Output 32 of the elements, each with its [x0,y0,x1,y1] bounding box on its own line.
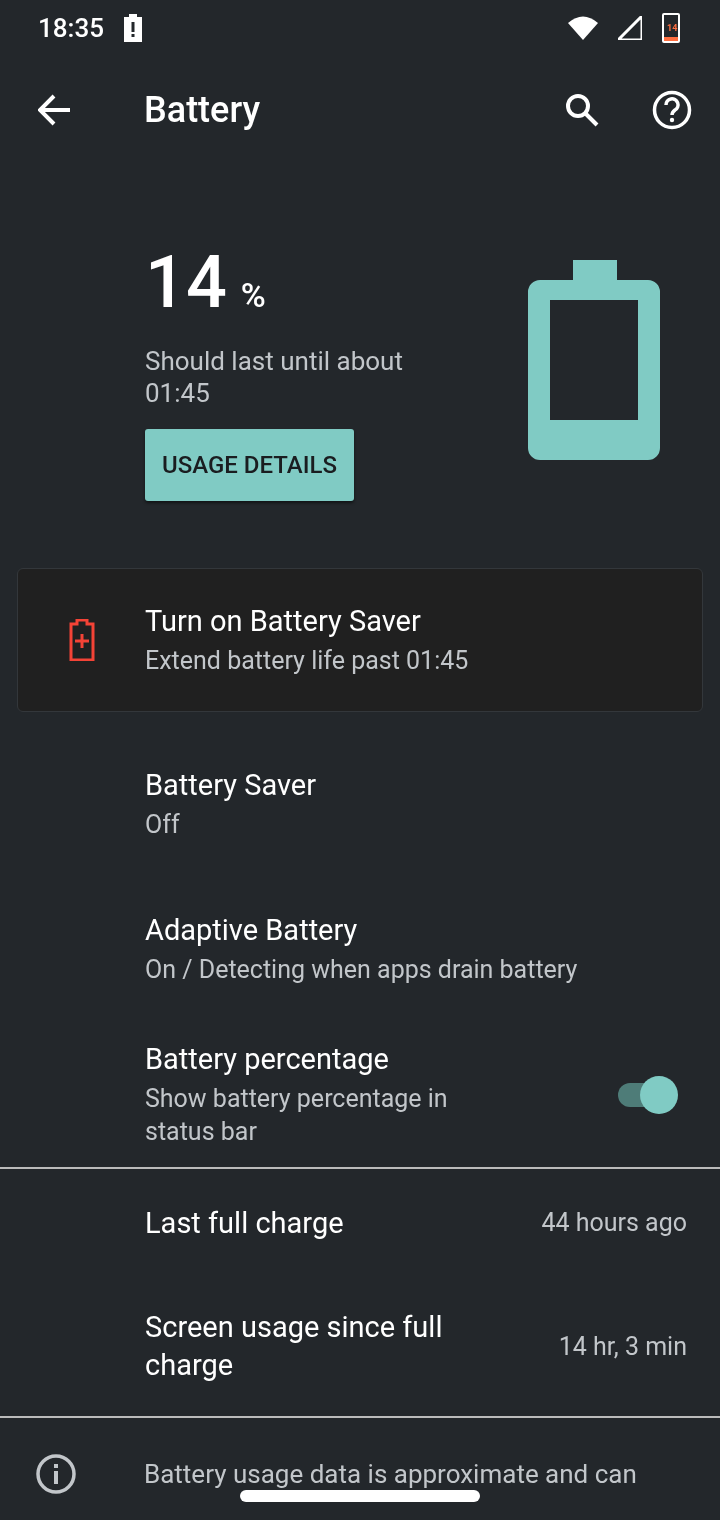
stat-label: Screen usage since full charge [145,1309,444,1384]
setting-summary: On / Detecting when apps drain battery [145,954,579,986]
setting-item[interactable]: Battery percentage Show battery percentage in status bar [0,1022,720,1167]
setting-summary: Show battery percentage in status bar [145,1082,449,1148]
setting-item[interactable]: Battery Saver Off [0,732,720,877]
gesture-handle[interactable] [240,1490,480,1502]
signal-icon [618,15,642,40]
wifi-icon [568,15,598,40]
stat-label: Last full charge [145,1204,345,1242]
page-title: Battery [144,89,262,131]
battery-percent: 14 [145,240,227,325]
battery-plus-icon [68,619,95,661]
clock: 18:35 [38,12,104,43]
suggestion-title: Turn on Battery Saver [145,603,422,638]
setting-item[interactable]: Adaptive Battery On / Detecting when apps drain battery [0,877,720,1022]
back-arrow-icon[interactable] [38,94,72,126]
setting-title: Battery Saver [145,768,318,802]
stat-value: 14 hr, 3 min [558,1331,687,1361]
battery-status-icon: 14 [662,12,680,43]
footer-note: Battery usage data is approximate and can [144,1459,637,1489]
alert-battery-icon [123,13,142,42]
battery-saver-suggestion-card[interactable]: Turn on Battery Saver Extend battery life past 01:45 [17,568,703,712]
battery-estimate: Should last until about 01:45 [145,345,404,409]
setting-summary: Off [145,809,181,841]
setting-title: Battery percentage [145,1041,390,1076]
setting-title: Adaptive Battery [145,913,359,947]
stat-value: 44 hours ago [541,1208,687,1237]
usage-details-button[interactable]: USAGE DETAILS [145,429,355,501]
battery-icon [528,260,660,460]
percent-sign: % [240,275,266,315]
info-icon [36,1454,76,1494]
suggestion-subtitle: Extend battery life past 01:45 [145,644,469,677]
